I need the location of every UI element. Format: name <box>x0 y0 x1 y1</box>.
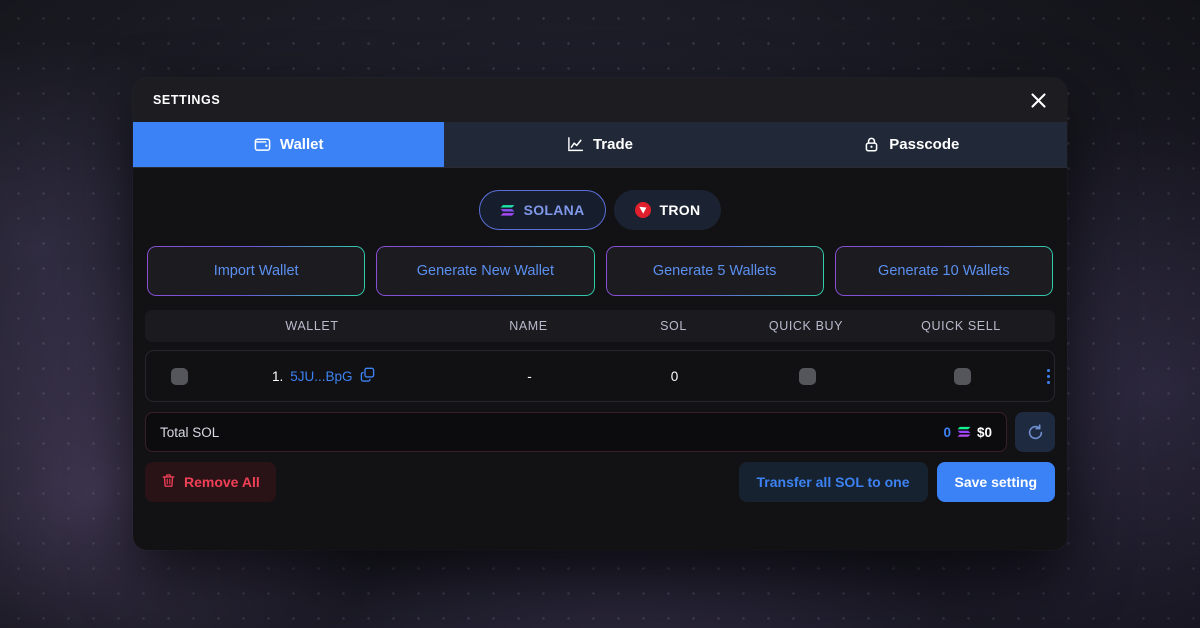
solana-logo-icon <box>957 426 971 438</box>
generate-new-wallet-label: Generate New Wallet <box>416 263 555 279</box>
page-title: SETTINGS <box>153 93 221 107</box>
chain-option-solana-label: SOLANA <box>523 202 585 218</box>
row-quick-sell-cell <box>882 367 1042 385</box>
wallet-icon <box>254 136 271 153</box>
row-name: - <box>527 368 532 384</box>
chain-option-tron-label: TRON <box>659 202 701 218</box>
tron-logo-icon <box>634 202 651 218</box>
total-sol-label: Total SOL <box>160 424 220 440</box>
more-vertical-icon[interactable] <box>1043 365 1054 388</box>
settings-tabs: Wallet Trade Passcode <box>133 122 1067 168</box>
table-row: 1. 5JU...BpG - 0 <box>145 350 1055 402</box>
tab-wallet-label: Wallet <box>279 136 324 153</box>
row-quick-buy-checkbox[interactable] <box>798 367 816 385</box>
tab-trade-label: Trade <box>592 136 633 153</box>
tab-trade[interactable]: Trade <box>444 122 756 167</box>
line-chart-icon <box>567 136 584 153</box>
generate-10-wallets-label: Generate 10 Wallets <box>878 263 1010 279</box>
row-wallet-cell: 1. 5JU...BpG <box>212 367 442 385</box>
copy-icon[interactable] <box>360 367 375 385</box>
lock-icon <box>863 136 880 153</box>
wallet-panel: SOLANA TRON Import Wallet Generate New W… <box>133 168 1067 550</box>
tab-passcode-label: Passcode <box>889 136 960 153</box>
save-setting-button[interactable]: Save setting <box>936 462 1055 502</box>
tab-passcode[interactable]: Passcode <box>755 122 1067 167</box>
total-usd-amount: $0 <box>976 424 992 440</box>
modal-header: SETTINGS <box>133 78 1067 122</box>
header-quick-sell: QUICK SELL <box>921 319 1001 333</box>
solana-logo-icon <box>500 204 515 217</box>
settings-modal: SETTINGS Wallet Trade Passcode SOLANA TR… <box>133 78 1067 550</box>
row-checkbox[interactable] <box>170 367 188 385</box>
row-quick-sell-checkbox[interactable] <box>953 367 971 385</box>
tab-wallet[interactable]: Wallet <box>133 122 445 167</box>
remove-all-button[interactable]: Remove All <box>145 462 276 502</box>
row-select-cell <box>146 367 212 385</box>
import-wallet-label: Import Wallet <box>213 263 299 279</box>
generate-5-wallets-button[interactable]: Generate 5 Wallets <box>605 246 824 296</box>
close-icon[interactable] <box>1023 85 1053 115</box>
total-sol-values: 0 $0 <box>943 425 992 440</box>
remove-all-label: Remove All <box>184 474 260 490</box>
import-wallet-button[interactable]: Import Wallet <box>147 246 366 296</box>
table-header-row: WALLET NAME SOL QUICK BUY QUICK SELL <box>145 310 1055 342</box>
generate-10-wallets-button[interactable]: Generate 10 Wallets <box>834 246 1053 296</box>
wallet-actions: Import Wallet Generate New Wallet Genera… <box>145 246 1055 296</box>
row-quick-buy-cell <box>732 367 882 385</box>
header-quick-buy: QUICK BUY <box>768 319 844 333</box>
row-index: 1. <box>272 368 284 384</box>
chain-option-solana[interactable]: SOLANA <box>478 190 606 230</box>
header-name: NAME <box>509 319 548 333</box>
total-sol-amount: 0 <box>943 424 951 440</box>
wallets-table: WALLET NAME SOL QUICK BUY QUICK SELL 1. … <box>145 310 1055 402</box>
row-actions-cell <box>1042 365 1054 388</box>
modal-footer: Remove All Transfer all SOL to one Save … <box>145 462 1055 502</box>
row-wallet-address[interactable]: 5JU...BpG <box>290 369 352 384</box>
total-sol-row: Total SOL 0 $0 <box>145 412 1055 452</box>
generate-5-wallets-label: Generate 5 Wallets <box>652 263 777 279</box>
row-sol-balance: 0 <box>670 368 679 384</box>
generate-new-wallet-button[interactable]: Generate New Wallet <box>376 246 595 296</box>
refresh-icon[interactable] <box>1015 412 1055 452</box>
chain-option-tron[interactable]: TRON <box>613 190 722 230</box>
total-sol-box: Total SOL 0 $0 <box>145 412 1007 452</box>
transfer-all-sol-button[interactable]: Transfer all SOL to one <box>738 462 928 502</box>
footer-actions: Transfer all SOL to one Save setting <box>738 462 1055 502</box>
transfer-all-sol-label: Transfer all SOL to one <box>756 474 910 490</box>
chain-selector: SOLANA TRON <box>145 168 1055 246</box>
trash-icon <box>161 473 176 491</box>
header-sol: SOL <box>660 319 687 333</box>
save-setting-label: Save setting <box>954 474 1037 490</box>
header-wallet: WALLET <box>285 319 339 333</box>
